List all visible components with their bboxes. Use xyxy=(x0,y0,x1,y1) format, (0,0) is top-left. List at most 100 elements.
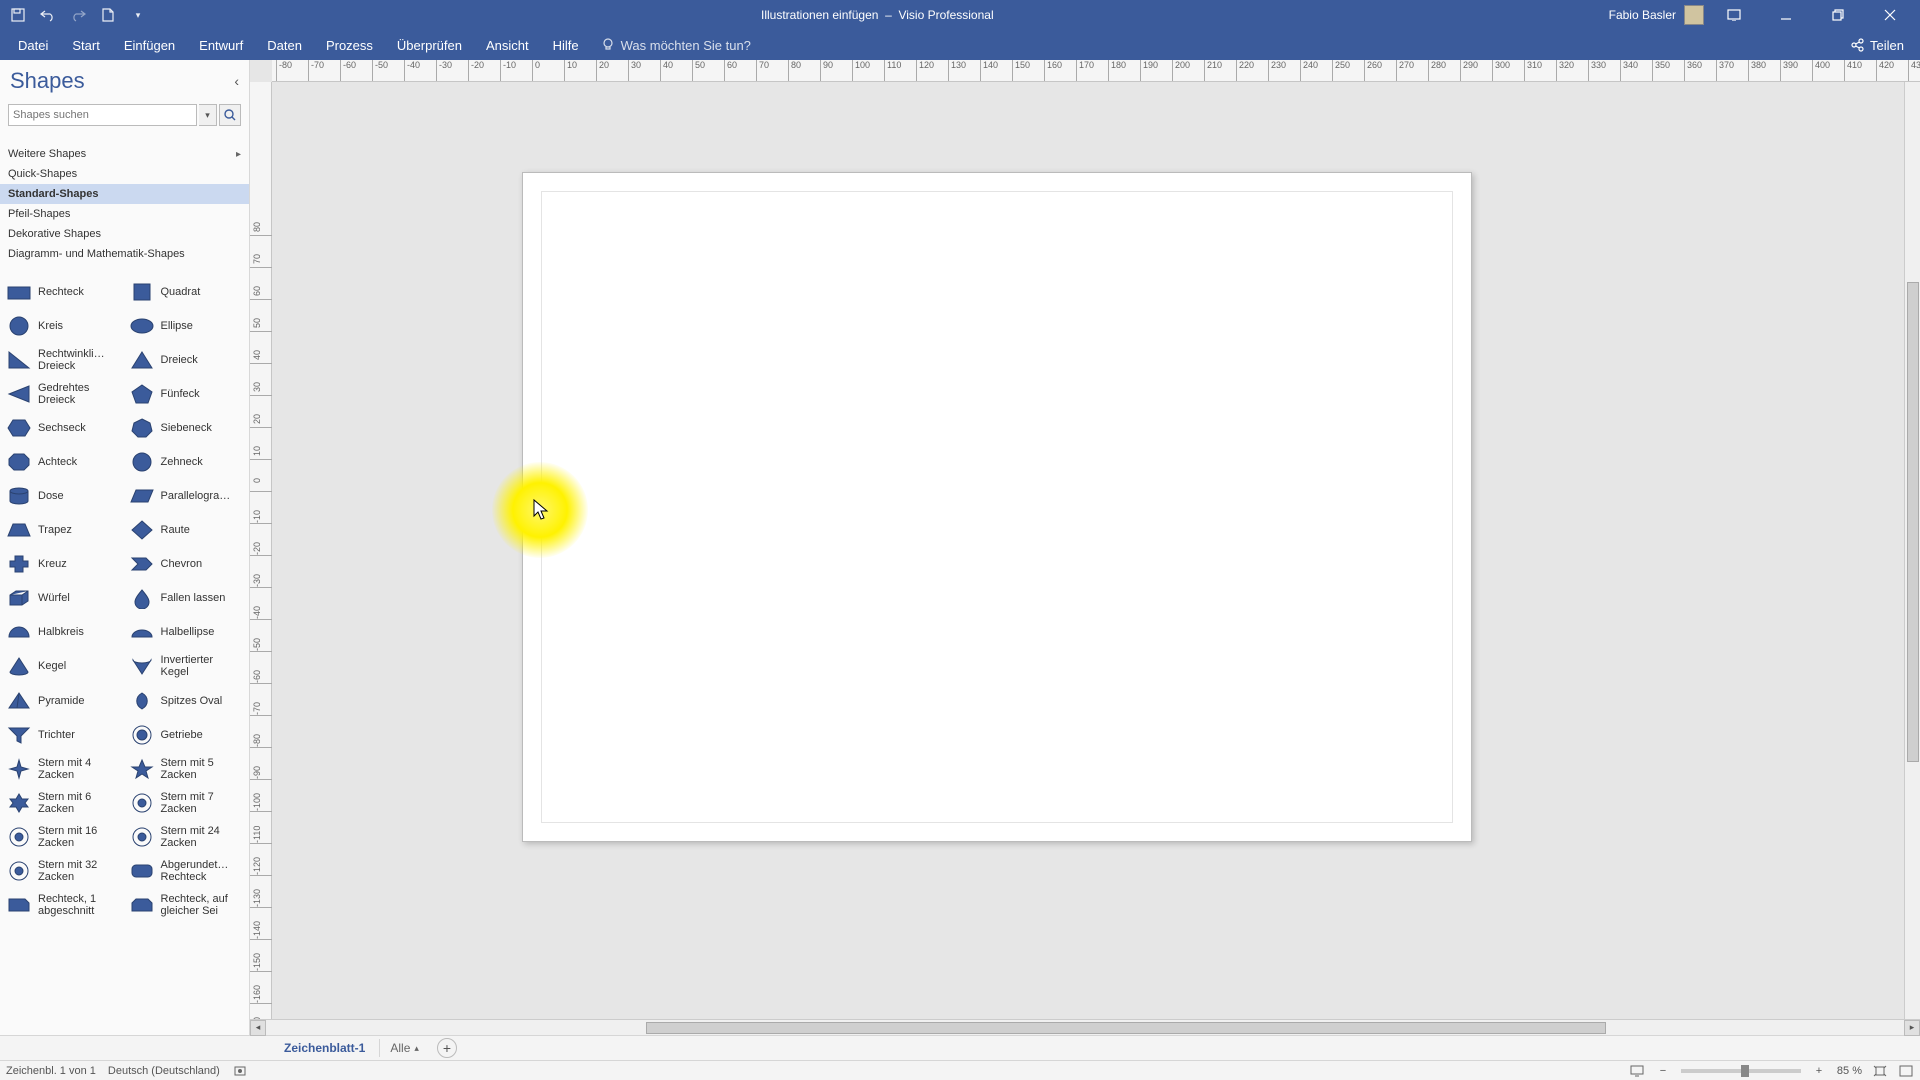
shape-item[interactable]: Halbellipse xyxy=(127,616,246,648)
shape-item[interactable]: Zehneck xyxy=(127,446,246,478)
shape-item[interactable]: Halbkreis xyxy=(4,616,123,648)
shape-item[interactable]: Raute xyxy=(127,514,246,546)
search-go-button[interactable] xyxy=(219,104,241,126)
shape-item[interactable]: Stern mit 32 Zacken xyxy=(4,855,123,887)
drawing-viewport[interactable] xyxy=(272,82,1920,1019)
scroll-left-icon[interactable]: ◂ xyxy=(250,1020,266,1036)
shape-item[interactable]: Stern mit 4 Zacken xyxy=(4,753,123,785)
maximize-button[interactable] xyxy=(1816,0,1860,30)
shape-category[interactable]: Weitere Shapes xyxy=(0,144,249,164)
shape-item[interactable]: Dreieck xyxy=(127,344,246,376)
zoom-level[interactable]: 85 % xyxy=(1837,1065,1862,1077)
shape-item[interactable]: Chevron xyxy=(127,548,246,580)
ribbon-tab-prozess[interactable]: Prozess xyxy=(314,30,385,60)
shape-item[interactable]: Stern mit 7 Zacken xyxy=(127,787,246,819)
shape-thumb-icon xyxy=(129,758,155,780)
shape-thumb-icon xyxy=(6,417,32,439)
user-name[interactable]: Fabio Basler xyxy=(1609,8,1676,22)
add-sheet-button[interactable]: + xyxy=(437,1038,457,1058)
zoom-in-icon[interactable]: + xyxy=(1811,1063,1827,1079)
ribbon-tab-start[interactable]: Start xyxy=(60,30,111,60)
shape-item[interactable]: Stern mit 16 Zacken xyxy=(4,821,123,853)
qat-customize-icon[interactable]: ▾ xyxy=(130,7,146,23)
shape-item[interactable]: Pyramide xyxy=(4,685,123,717)
search-dropdown-icon[interactable]: ▾ xyxy=(199,104,217,126)
shape-item[interactable]: Siebeneck xyxy=(127,412,246,444)
presentation-mode-icon[interactable] xyxy=(1629,1063,1645,1079)
sheet-tab-active[interactable]: Zeichenblatt-1 xyxy=(270,1039,380,1057)
shapes-search-input[interactable] xyxy=(8,104,197,126)
shape-item[interactable]: Würfel xyxy=(4,582,123,614)
shape-thumb-icon xyxy=(129,519,155,541)
shape-category[interactable]: Pfeil-Shapes xyxy=(0,204,249,224)
shape-thumb-icon xyxy=(6,315,32,337)
zoom-slider[interactable] xyxy=(1681,1069,1801,1073)
shape-thumb-icon xyxy=(6,621,32,643)
shape-item[interactable]: Dose xyxy=(4,480,123,512)
shape-thumb-icon xyxy=(129,417,155,439)
shape-item[interactable]: Quadrat xyxy=(127,276,246,308)
shape-category[interactable]: Standard-Shapes xyxy=(0,184,249,204)
ribbon-tab-datei[interactable]: Datei xyxy=(6,30,60,60)
shape-category[interactable]: Diagramm- und Mathematik-Shapes xyxy=(0,244,249,264)
shape-item[interactable]: Rechteck, auf gleicher Sei xyxy=(127,889,246,921)
shape-category-list: Weitere ShapesQuick-ShapesStandard-Shape… xyxy=(0,144,249,264)
shape-item[interactable]: Invertierter Kegel xyxy=(127,650,246,682)
shape-item-label: Sechseck xyxy=(38,422,86,434)
lightbulb-icon xyxy=(601,38,615,52)
minimize-button[interactable] xyxy=(1764,0,1808,30)
shape-item[interactable]: Stern mit 24 Zacken xyxy=(127,821,246,853)
macro-record-icon[interactable] xyxy=(232,1063,248,1079)
ribbon-tab-daten[interactable]: Daten xyxy=(255,30,314,60)
shape-item[interactable]: Stern mit 6 Zacken xyxy=(4,787,123,819)
collapse-panel-icon[interactable]: ‹ xyxy=(234,73,239,89)
shape-item[interactable]: Parallelogra… xyxy=(127,480,246,512)
new-doc-icon[interactable] xyxy=(100,7,116,23)
shape-category[interactable]: Quick-Shapes xyxy=(0,164,249,184)
sheet-tab-all[interactable]: Alle▴ xyxy=(380,1039,429,1057)
shape-item[interactable]: Kegel xyxy=(4,650,123,682)
shape-item[interactable]: Trichter xyxy=(4,719,123,751)
shape-item[interactable]: Fünfeck xyxy=(127,378,246,410)
shape-item[interactable]: Rechtwinkli… Dreieck xyxy=(4,344,123,376)
shape-item[interactable]: Fallen lassen xyxy=(127,582,246,614)
shape-item[interactable]: Sechseck xyxy=(4,412,123,444)
shape-item[interactable]: Spitzes Oval xyxy=(127,685,246,717)
ribbon-display-options-icon[interactable] xyxy=(1712,0,1756,30)
shape-item[interactable]: Stern mit 5 Zacken xyxy=(127,753,246,785)
drawing-page[interactable] xyxy=(522,172,1472,842)
shape-item[interactable]: Rechteck, 1 abgeschnitt xyxy=(4,889,123,921)
status-language[interactable]: Deutsch (Deutschland) xyxy=(108,1065,220,1077)
share-button[interactable]: Teilen xyxy=(1850,38,1920,53)
ribbon-tab-entwurf[interactable]: Entwurf xyxy=(187,30,255,60)
scroll-right-icon[interactable]: ▸ xyxy=(1904,1020,1920,1036)
zoom-out-icon[interactable]: − xyxy=(1655,1063,1671,1079)
ribbon-tab-überprüfen[interactable]: Überprüfen xyxy=(385,30,474,60)
user-avatar[interactable] xyxy=(1684,5,1704,25)
save-icon[interactable] xyxy=(10,7,26,23)
vertical-scrollbar[interactable] xyxy=(1904,82,1920,1019)
shape-item-label: Kreis xyxy=(38,320,63,332)
ribbon-tab-ansicht[interactable]: Ansicht xyxy=(474,30,541,60)
shape-item[interactable]: Abgerundet… Rechteck xyxy=(127,855,246,887)
shape-item[interactable]: Ellipse xyxy=(127,310,246,342)
status-page-info: Zeichenbl. 1 von 1 xyxy=(6,1065,96,1077)
shape-item[interactable]: Achteck xyxy=(4,446,123,478)
shape-item-label: Würfel xyxy=(38,592,70,604)
fullscreen-icon[interactable] xyxy=(1898,1063,1914,1079)
shape-item[interactable]: Kreis xyxy=(4,310,123,342)
horizontal-scrollbar[interactable]: ◂ ▸ xyxy=(250,1019,1920,1035)
close-button[interactable] xyxy=(1868,0,1912,30)
shape-item[interactable]: Trapez xyxy=(4,514,123,546)
ribbon-tab-einfügen[interactable]: Einfügen xyxy=(112,30,187,60)
shape-item[interactable]: Rechteck xyxy=(4,276,123,308)
ribbon-tab-hilfe[interactable]: Hilfe xyxy=(541,30,591,60)
shape-item[interactable]: Getriebe xyxy=(127,719,246,751)
tell-me[interactable]: Was möchten Sie tun? xyxy=(601,38,751,53)
shape-category[interactable]: Dekorative Shapes xyxy=(0,224,249,244)
shape-item[interactable]: Kreuz xyxy=(4,548,123,580)
shape-item[interactable]: Gedrehtes Dreieck xyxy=(4,378,123,410)
undo-icon[interactable] xyxy=(40,7,56,23)
fit-page-icon[interactable] xyxy=(1872,1063,1888,1079)
redo-icon[interactable] xyxy=(70,7,86,23)
